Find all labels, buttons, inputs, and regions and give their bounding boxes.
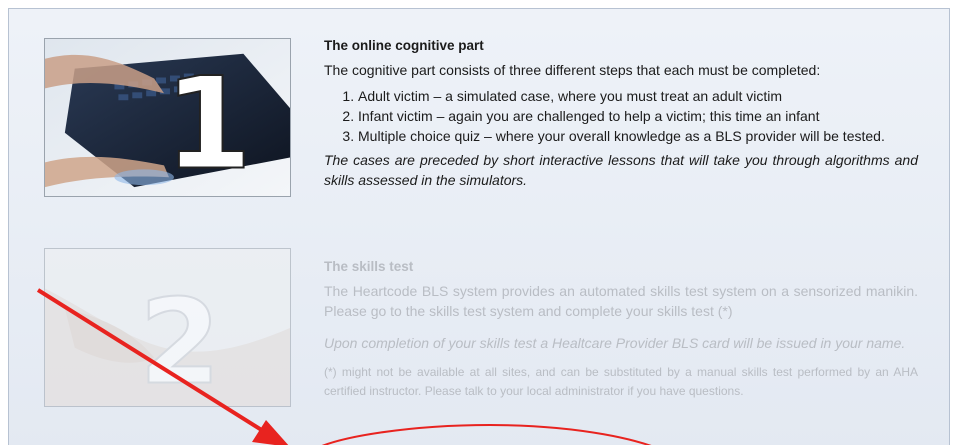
step2-body: The Heartcode BLS system provides an aut… [324,283,918,319]
step2-note: Upon completion of your skills test a He… [324,335,906,351]
page: 1 The online cognitive part The cognitiv… [0,0,958,445]
step1-number: 1 [164,50,252,196]
step2-number: 2 [139,275,220,406]
list-item: Infant victim – again you are challenged… [358,106,918,126]
step1-section: The online cognitive part The cognitive … [324,36,918,190]
step1-image: 1 [44,38,291,197]
list-item: Adult victim – a simulated case, where y… [358,86,918,106]
step2-image: 2 [44,248,291,407]
step2-footnote: (*) might not be available at all sites,… [324,365,918,398]
list-item: Multiple choice quiz – where your overal… [358,126,918,146]
step1-title: The online cognitive part [324,38,484,53]
step1-note: The cases are preceded by short interact… [324,152,918,188]
step2-section: The skills test The Heartcode BLS system… [324,257,918,401]
step1-list: Adult victim – a simulated case, where y… [324,86,918,146]
step2-title: The skills test [324,259,414,274]
step1-intro: The cognitive part consists of three dif… [324,62,821,78]
